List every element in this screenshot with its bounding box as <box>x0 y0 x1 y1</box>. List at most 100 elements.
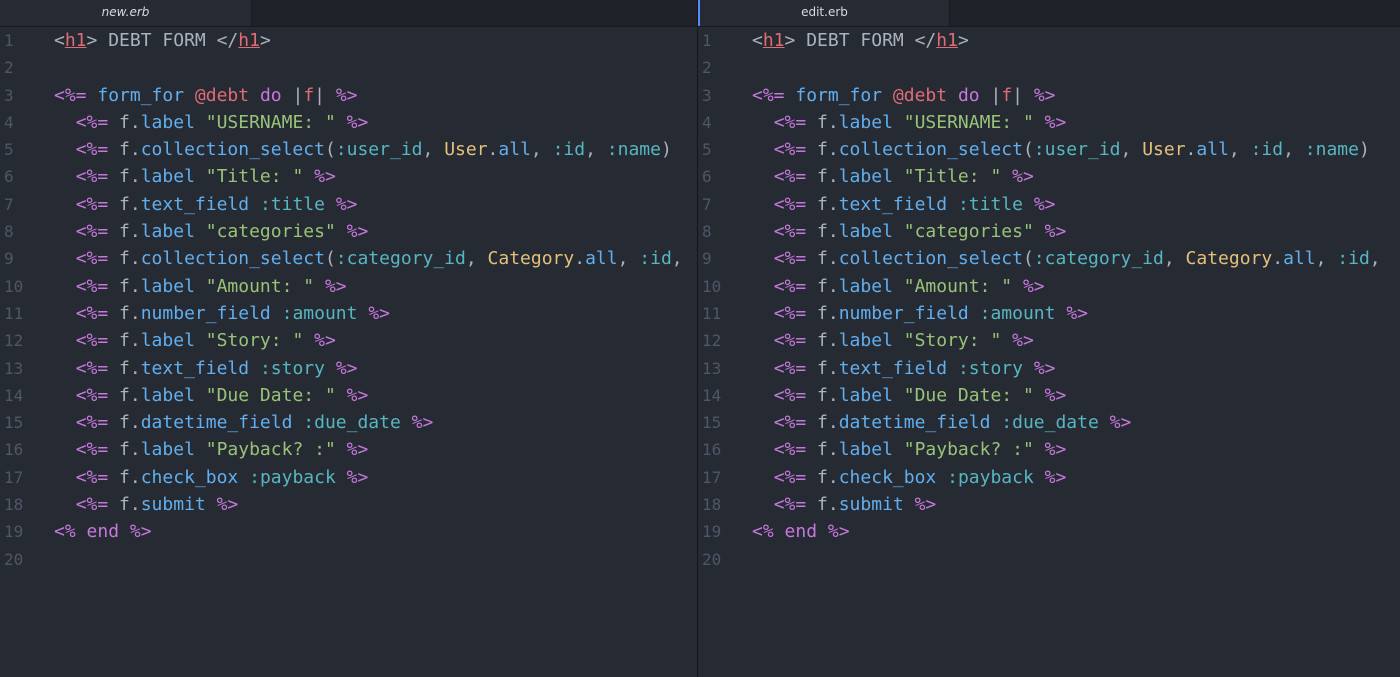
code-line[interactable]: 14 <%= f.label "Due Date: " %> <box>0 382 697 409</box>
code-line[interactable]: 13 <%= f.text_field :story %> <box>698 355 1400 382</box>
code-line[interactable]: 1 <h1> DEBT FORM </h1> <box>0 27 697 54</box>
code-token: f. <box>806 221 839 243</box>
code-line[interactable]: 9 <%= f.collection_select(:category_id, … <box>698 245 1400 272</box>
code-line[interactable]: 19 <% end %> <box>698 518 1400 545</box>
code-token: , <box>530 139 553 161</box>
code-line[interactable]: 2 <box>0 54 697 81</box>
code-token: , <box>671 248 683 270</box>
code-line[interactable]: 18 <%= f.submit %> <box>698 491 1400 518</box>
tab-edit-erb[interactable]: edit.erb <box>698 0 950 26</box>
code-token: f. <box>108 193 141 215</box>
code-token: <%= <box>75 302 109 324</box>
code-token: <%= <box>773 412 807 434</box>
code-token: %> <box>1044 111 1067 133</box>
code-token: %> <box>335 193 358 215</box>
code-token: . <box>487 139 499 161</box>
code-area-left[interactable]: 1 <h1> DEBT FORM </h1> 2 3 <%= form_for @deb… <box>0 27 697 573</box>
code-token: User <box>1142 139 1186 161</box>
code-text: <h1> DEBT FORM </h1> <box>54 27 271 54</box>
code-token: %> <box>1044 221 1067 243</box>
line-number: 7 <box>4 194 14 214</box>
code-line[interactable]: 20 <box>698 546 1400 573</box>
code-line[interactable]: 16 <%= f.label "Payback? :" %> <box>698 436 1400 463</box>
code-line[interactable]: 6 <%= f.label "Title: " %> <box>0 163 697 190</box>
code-line[interactable]: 12 <%= f.label "Story: " %> <box>698 327 1400 354</box>
code-line[interactable]: 16 <%= f.label "Payback? :" %> <box>0 436 697 463</box>
code-line[interactable]: 8 <%= f.label "categories" %> <box>0 218 697 245</box>
code-line[interactable]: 12 <%= f.label "Story: " %> <box>0 327 697 354</box>
editor-pane-right[interactable]: edit.erb 1 <h1> DEBT FORM </h1> 2 3 <%= form… <box>698 0 1400 677</box>
line-number: 1 <box>4 31 14 50</box>
code-line[interactable]: 6 <%= f.label "Title: " %> <box>698 163 1400 190</box>
code-line[interactable]: 11 <%= f.number_field :amount %> <box>0 300 697 327</box>
code-line[interactable]: 19 <% end %> <box>0 518 697 545</box>
code-token: . <box>1272 248 1284 270</box>
code-token: %> <box>216 494 239 516</box>
code-token: "USERNAME: " <box>903 111 1034 133</box>
code-line[interactable]: 5 <%= f.collection_select(:user_id, User… <box>698 136 1400 163</box>
code-line[interactable]: 4 <%= f.label "USERNAME: " %> <box>698 109 1400 136</box>
code-line[interactable]: 9 <%= f.collection_select(:category_id, … <box>0 245 697 272</box>
code-token: %> <box>346 466 369 488</box>
code-token: "Due Date: " <box>205 384 336 406</box>
code-text: <%= f.label "categories" %> <box>752 218 1067 245</box>
code-line[interactable]: 8 <%= f.label "categories" %> <box>698 218 1400 245</box>
code-token: label <box>838 166 893 188</box>
code-line[interactable]: 14 <%= f.label "Due Date: " %> <box>698 382 1400 409</box>
code-token: < <box>54 30 65 51</box>
line-number: 4 <box>4 112 14 132</box>
code-area-right[interactable]: 1 <h1> DEBT FORM </h1> 2 3 <%= form_for @deb… <box>698 27 1400 573</box>
code-line[interactable]: 17 <%= f.check_box :payback %> <box>0 464 697 491</box>
tab-new-erb[interactable]: new.erb <box>0 0 252 26</box>
code-line[interactable]: 7 <%= f.text_field :title %> <box>698 191 1400 218</box>
code-line[interactable]: 20 <box>0 546 697 573</box>
code-token: f. <box>108 248 141 270</box>
line-number: 16 <box>4 440 24 460</box>
code-token: check_box <box>838 466 937 488</box>
code-line[interactable]: 4 <%= f.label "USERNAME: " %> <box>0 109 697 136</box>
code-token: | <box>1012 84 1034 106</box>
code-token: f. <box>108 330 141 352</box>
code-token: %> <box>346 439 369 461</box>
code-token: form_for <box>97 84 185 106</box>
code-text: <%= f.label "Title: " %> <box>752 163 1034 190</box>
line-number: 3 <box>4 85 14 105</box>
line-number: 15 <box>4 413 24 433</box>
code-line[interactable]: 17 <%= f.check_box :payback %> <box>698 464 1400 491</box>
code-text: <%= f.label "Story: " %> <box>54 327 336 354</box>
code-line[interactable]: 15 <%= f.datetime_field :due_date %> <box>698 409 1400 436</box>
code-line[interactable]: 2 <box>698 54 1400 81</box>
code-line[interactable]: 5 <%= f.collection_select(:user_id, User… <box>0 136 697 163</box>
line-number: 7 <box>702 194 712 214</box>
code-line[interactable]: 18 <%= f.submit %> <box>0 491 697 518</box>
code-token: number_field <box>838 302 969 324</box>
code-line[interactable]: 7 <%= f.text_field :title %> <box>0 191 697 218</box>
code-text: <%= f.datetime_field :due_date %> <box>752 409 1132 436</box>
code-token: <%= <box>75 357 109 379</box>
code-line[interactable]: 3 <%= form_for @debt do |f| %> <box>0 82 697 109</box>
code-token: <%= <box>773 384 807 406</box>
code-line[interactable]: 3 <%= form_for @debt do |f| %> <box>698 82 1400 109</box>
editor-pane-left[interactable]: new.erb 1 <h1> DEBT FORM </h1> 2 3 <%= form_… <box>0 0 697 677</box>
code-line[interactable]: 1 <h1> DEBT FORM </h1> <box>698 27 1400 54</box>
code-line[interactable]: 10 <%= f.label "Amount: " %> <box>0 273 697 300</box>
line-number: 4 <box>702 112 712 132</box>
code-line[interactable]: 13 <%= f.text_field :story %> <box>0 355 697 382</box>
code-line[interactable]: 11 <%= f.number_field :amount %> <box>698 300 1400 327</box>
code-line[interactable]: 15 <%= f.datetime_field :due_date %> <box>0 409 697 436</box>
code-line[interactable]: 10 <%= f.label "Amount: " %> <box>698 273 1400 300</box>
code-text: <%= f.submit %> <box>752 491 937 518</box>
code-token: f. <box>806 357 839 379</box>
